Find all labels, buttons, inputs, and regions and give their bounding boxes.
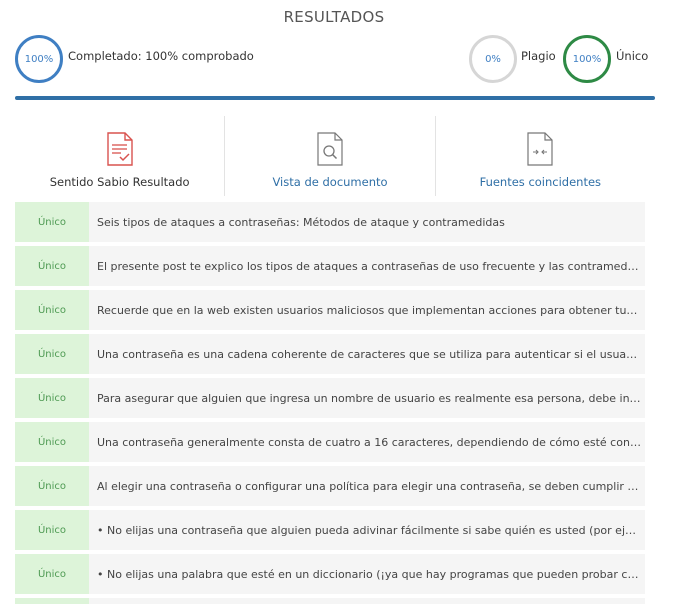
progress-bar bbox=[15, 96, 655, 100]
tab-fuentes-coincidentes[interactable]: Fuentes coincidentes bbox=[436, 116, 645, 196]
page-title: RESULTADOS bbox=[283, 8, 385, 26]
unique-badge: Único bbox=[15, 510, 89, 550]
list-item[interactable]: Único Recuerde que en la web existen usu… bbox=[15, 290, 645, 330]
unique-badge: Único bbox=[15, 554, 89, 594]
unique-badge: Único bbox=[15, 466, 89, 506]
sentence-text: Seis tipos de ataques a contraseñas: Mét… bbox=[97, 215, 505, 229]
list-item[interactable]: Único El presente post te explico los ti… bbox=[15, 246, 645, 286]
sentence-text: • No elijas una palabra que esté en un d… bbox=[97, 567, 641, 581]
tab-label: Vista de documento bbox=[272, 175, 388, 189]
results-list: Único Seis tipos de ataques a contraseña… bbox=[15, 202, 645, 604]
report-icon bbox=[106, 132, 133, 166]
sentence-text: Recuerde que en la web existen usuarios … bbox=[97, 303, 641, 317]
list-item[interactable]: Único Al elegir una contraseña o configu… bbox=[15, 466, 645, 506]
document-search-icon bbox=[317, 132, 343, 166]
sentence-text: Para asegurar que alguien que ingresa un… bbox=[97, 391, 641, 405]
unique-badge: Único bbox=[15, 246, 89, 286]
sentence-text: Una contraseña generalmente consta de cu… bbox=[97, 435, 641, 449]
unique-badge: Único bbox=[15, 290, 89, 330]
unique-circle: 100% bbox=[563, 35, 611, 83]
sentence-text: Una contraseña es una cadena coherente d… bbox=[97, 347, 641, 361]
plagiarism-label: Plagio bbox=[521, 49, 556, 63]
unique-percent: 100% bbox=[572, 53, 602, 65]
list-item[interactable]: Único Una contraseña generalmente consta… bbox=[15, 422, 645, 462]
tab-sentido-sabio-resultado[interactable]: Sentido Sabio Resultado bbox=[15, 116, 226, 196]
list-item[interactable]: Único • No elijas una palabra que esté e… bbox=[15, 554, 645, 594]
list-item[interactable]: Único Para asegurar que alguien que ingr… bbox=[15, 378, 645, 418]
sentence-text: El presente post te explico los tipos de… bbox=[97, 259, 641, 273]
plagiarism-circle: 0% bbox=[469, 35, 517, 83]
unique-badge: Único bbox=[15, 334, 89, 374]
completion-label: Completado: 100% comprobado bbox=[68, 49, 254, 63]
list-item[interactable]: Único • No elijas una contraseña que alg… bbox=[15, 510, 645, 550]
document-compare-icon bbox=[527, 132, 553, 166]
tab-label: Fuentes coincidentes bbox=[479, 175, 602, 189]
tab-vista-de-documento[interactable]: Vista de documento bbox=[225, 116, 436, 196]
unique-badge: Único bbox=[15, 378, 89, 418]
unique-badge: Único bbox=[15, 422, 89, 462]
sentence-text: Al elegir una contraseña o configurar un… bbox=[97, 479, 641, 493]
list-item[interactable]: Único Una contraseña es una cadena coher… bbox=[15, 334, 645, 374]
list-item bbox=[15, 598, 645, 604]
completion-circle: 100% bbox=[15, 35, 63, 83]
list-item[interactable]: Único Seis tipos de ataques a contraseña… bbox=[15, 202, 645, 242]
tab-label: Sentido Sabio Resultado bbox=[49, 175, 190, 189]
result-tabs: Sentido Sabio Resultado Vista de documen… bbox=[15, 116, 645, 196]
unique-label: Único bbox=[616, 49, 649, 63]
unique-badge bbox=[15, 598, 89, 604]
unique-badge: Único bbox=[15, 202, 89, 242]
plagiarism-percent: 0% bbox=[485, 53, 501, 65]
sentence-text: • No elijas una contraseña que alguien p… bbox=[97, 523, 641, 537]
completion-percent: 100% bbox=[24, 53, 54, 65]
